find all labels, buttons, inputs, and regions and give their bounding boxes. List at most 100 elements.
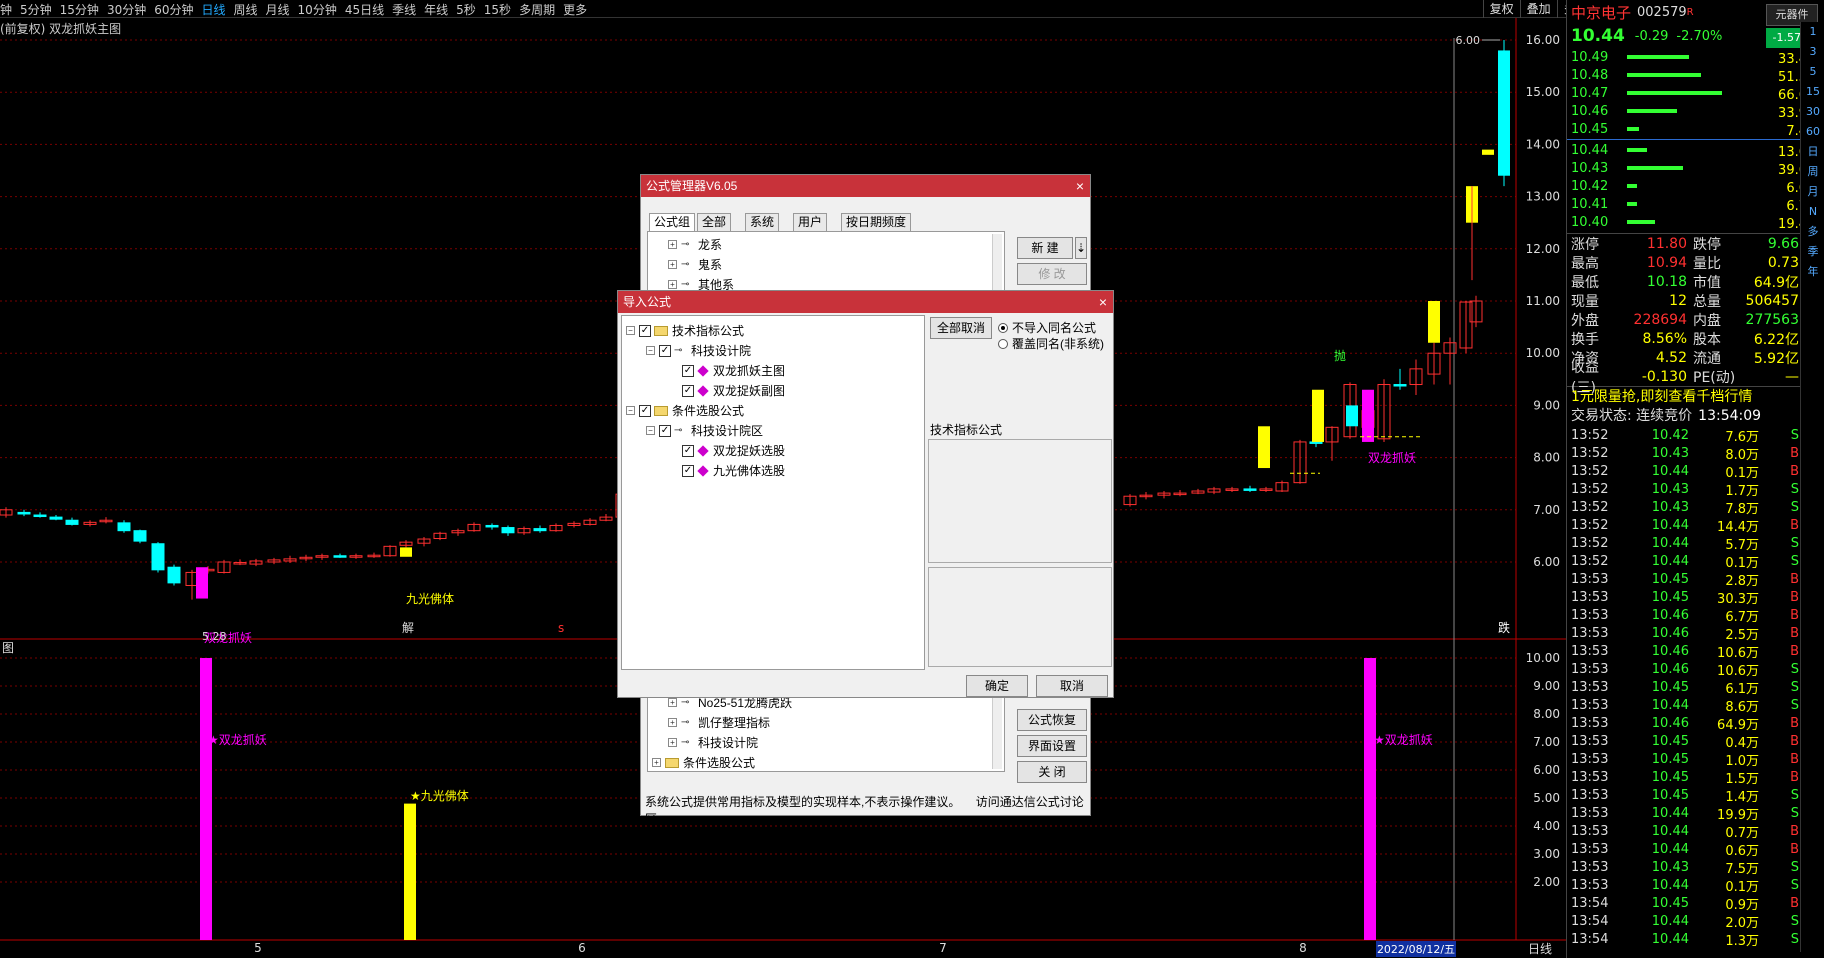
tree-item-xuangu[interactable]: + 条件选股公式 [652,754,755,771]
expand-icon[interactable]: + [668,738,677,747]
edit-button[interactable]: 修 改 [1017,263,1087,285]
import-tree-sub[interactable]: ✓ 双龙捉妖副图 [682,382,785,399]
period-tab[interactable]: 15秒 [484,1,511,18]
new-button[interactable]: 新 建 [1017,237,1073,259]
collapse-icon[interactable]: − [626,326,635,335]
formula-manager-titlebar[interactable]: 公式管理器V6.05 × [641,175,1090,197]
side-strip-item[interactable]: 周 [1801,162,1824,182]
stat-label: 换手 [1571,331,1599,348]
side-strip-item[interactable]: N [1801,202,1824,222]
period-tab[interactable]: 季线 [392,1,416,18]
tick-time: 13:53 [1571,589,1609,605]
period-tab[interactable]: 5分钟 [20,1,52,18]
side-strip-item[interactable]: 5 [1801,62,1824,82]
side-strip-item[interactable]: 日 [1801,142,1824,162]
period-tab[interactable]: 30分钟 [107,1,146,18]
radio-no-import[interactable]: 不导入同名公式 [998,319,1096,336]
tree-item-longxi[interactable]: + ⊸ 龙系 [668,236,722,253]
checkbox[interactable]: ✓ [659,424,671,437]
cancel-all-button[interactable]: 全部取消 [930,317,992,339]
key-icon: ⊸ [674,425,683,436]
checkbox[interactable]: ✓ [639,324,651,337]
toolbar-button[interactable]: 复权 [1482,0,1520,18]
import-tree-buddha[interactable]: ✓ 九光佛体选股 [682,462,785,479]
ui-settings-button[interactable]: 界面设置 [1017,735,1087,757]
radio-overwrite[interactable]: 覆盖同名(非系统) [998,335,1104,352]
period-tab[interactable]: 45日线 [345,1,384,18]
import-tree-pick[interactable]: ✓ 双龙捉妖选股 [682,442,785,459]
period-tab[interactable]: 更多 [563,1,587,18]
formula-icon [697,384,709,397]
checkbox[interactable]: ✓ [682,444,694,457]
checkbox[interactable]: ✓ [682,464,694,477]
tree-item-guixi[interactable]: + ⊸ 鬼系 [668,256,722,273]
tick-volume: 1.4万 [1725,789,1759,805]
expand-icon[interactable]: + [668,260,677,269]
import-tree-keji[interactable]: − ✓ ⊸ 科技设计院 [646,342,751,359]
import-tree-tech[interactable]: − ✓ 技术指标公式 [626,322,744,339]
tab-formula-group[interactable]: 公式组 [649,213,696,231]
restore-button[interactable]: 公式恢复 [1017,709,1087,731]
period-tab[interactable]: 60分钟 [154,1,193,18]
side-strip-item[interactable]: 年 [1801,262,1824,282]
collapse-icon[interactable]: − [626,406,635,415]
promo-banner[interactable]: 1元限量抢,即刻查看千档行情 [1567,386,1824,406]
tab-all[interactable]: 全部 [697,213,732,231]
period-tab[interactable]: 年线 [424,1,448,18]
checkbox[interactable]: ✓ [682,364,694,377]
toolbar-button[interactable]: 叠加 [1519,0,1557,18]
new-dropdown-icon[interactable]: ⇣ [1075,237,1087,259]
import-tree[interactable]: − ✓ 技术指标公式 − ✓ ⊸ 科技设计院 ✓ 双龙抓妖主图 ✓ 双龙捉妖副图 − ✓ 条件选股… [621,315,925,670]
tree-item-keji[interactable]: + ⊸ 科技设计院 [668,734,758,751]
period-tab[interactable]: 15分钟 [60,1,99,18]
stat-value: 11.80 [1646,235,1687,252]
side-strip-item[interactable]: 15 [1801,82,1824,102]
close-button[interactable]: 关 闭 [1017,761,1087,783]
radio-icon[interactable] [998,322,1008,333]
tab-system[interactable]: 系统 [745,213,780,231]
expand-icon[interactable]: + [668,280,677,289]
import-tree-keji2[interactable]: − ✓ ⊸ 科技设计院区 [646,422,763,439]
checkbox[interactable]: ✓ [682,384,694,397]
tick-list[interactable]: 13:5210.427.6万S313:5210.438.0万B813:5210.… [1567,426,1824,949]
expand-icon[interactable]: + [668,698,677,707]
period-tab[interactable]: 10分钟 [298,1,337,18]
period-tab[interactable]: 钟 [0,1,12,18]
period-tab[interactable]: 周线 [234,1,258,18]
tab-by-date[interactable]: 按日期频度 [841,213,912,231]
expand-icon[interactable]: + [652,758,661,767]
side-strip-item[interactable]: 多 [1801,222,1824,242]
tab-user[interactable]: 用户 [793,213,828,231]
side-strip-item[interactable]: 1 [1801,22,1824,42]
expand-icon[interactable]: + [668,718,677,727]
side-strip-item[interactable]: 3 [1801,42,1824,62]
radio-icon[interactable] [998,338,1008,349]
checkbox[interactable]: ✓ [639,404,651,417]
side-strip-item[interactable]: 30 [1801,102,1824,122]
cancel-button[interactable]: 取消 [1036,675,1108,697]
side-strip-item[interactable]: 月 [1801,182,1824,202]
close-icon[interactable]: × [1099,291,1107,313]
collapse-icon[interactable]: − [646,346,655,355]
import-tree-main[interactable]: ✓ 双龙抓妖主图 [682,362,785,379]
period-tab[interactable]: 5秒 [456,1,476,18]
tree-item-kaizai[interactable]: + ⊸ 凯仔整理指标 [668,714,770,731]
tick-volume: 14.4万 [1717,519,1759,535]
checkbox[interactable]: ✓ [659,344,671,357]
import-tree-select[interactable]: − ✓ 条件选股公式 [626,402,744,419]
import-formula-dialog: 导入公式 × − ✓ 技术指标公式 − ✓ ⊸ 科技设计院 ✓ 双龙抓妖主图 ✓ 双龙捉妖副图… [617,290,1114,698]
period-tab[interactable]: 月线 [266,1,290,18]
tick-direction: S [1790,859,1799,875]
side-strip-item[interactable]: 季 [1801,242,1824,262]
side-strip-item[interactable]: 60 [1801,122,1824,142]
ok-button[interactable]: 确定 [966,675,1028,697]
period-tab[interactable]: 多周期 [519,1,555,18]
sub-y-axis-label: 5.00 [1533,791,1560,805]
key-icon: ⊸ [681,239,690,250]
close-icon[interactable]: × [1076,175,1084,197]
expand-icon[interactable]: + [668,240,677,249]
bids-row: 10.4019.4万 [1567,213,1824,232]
import-dialog-titlebar[interactable]: 导入公式 × [618,291,1113,313]
period-tab[interactable]: 日线 [202,1,226,18]
collapse-icon[interactable]: − [646,426,655,435]
